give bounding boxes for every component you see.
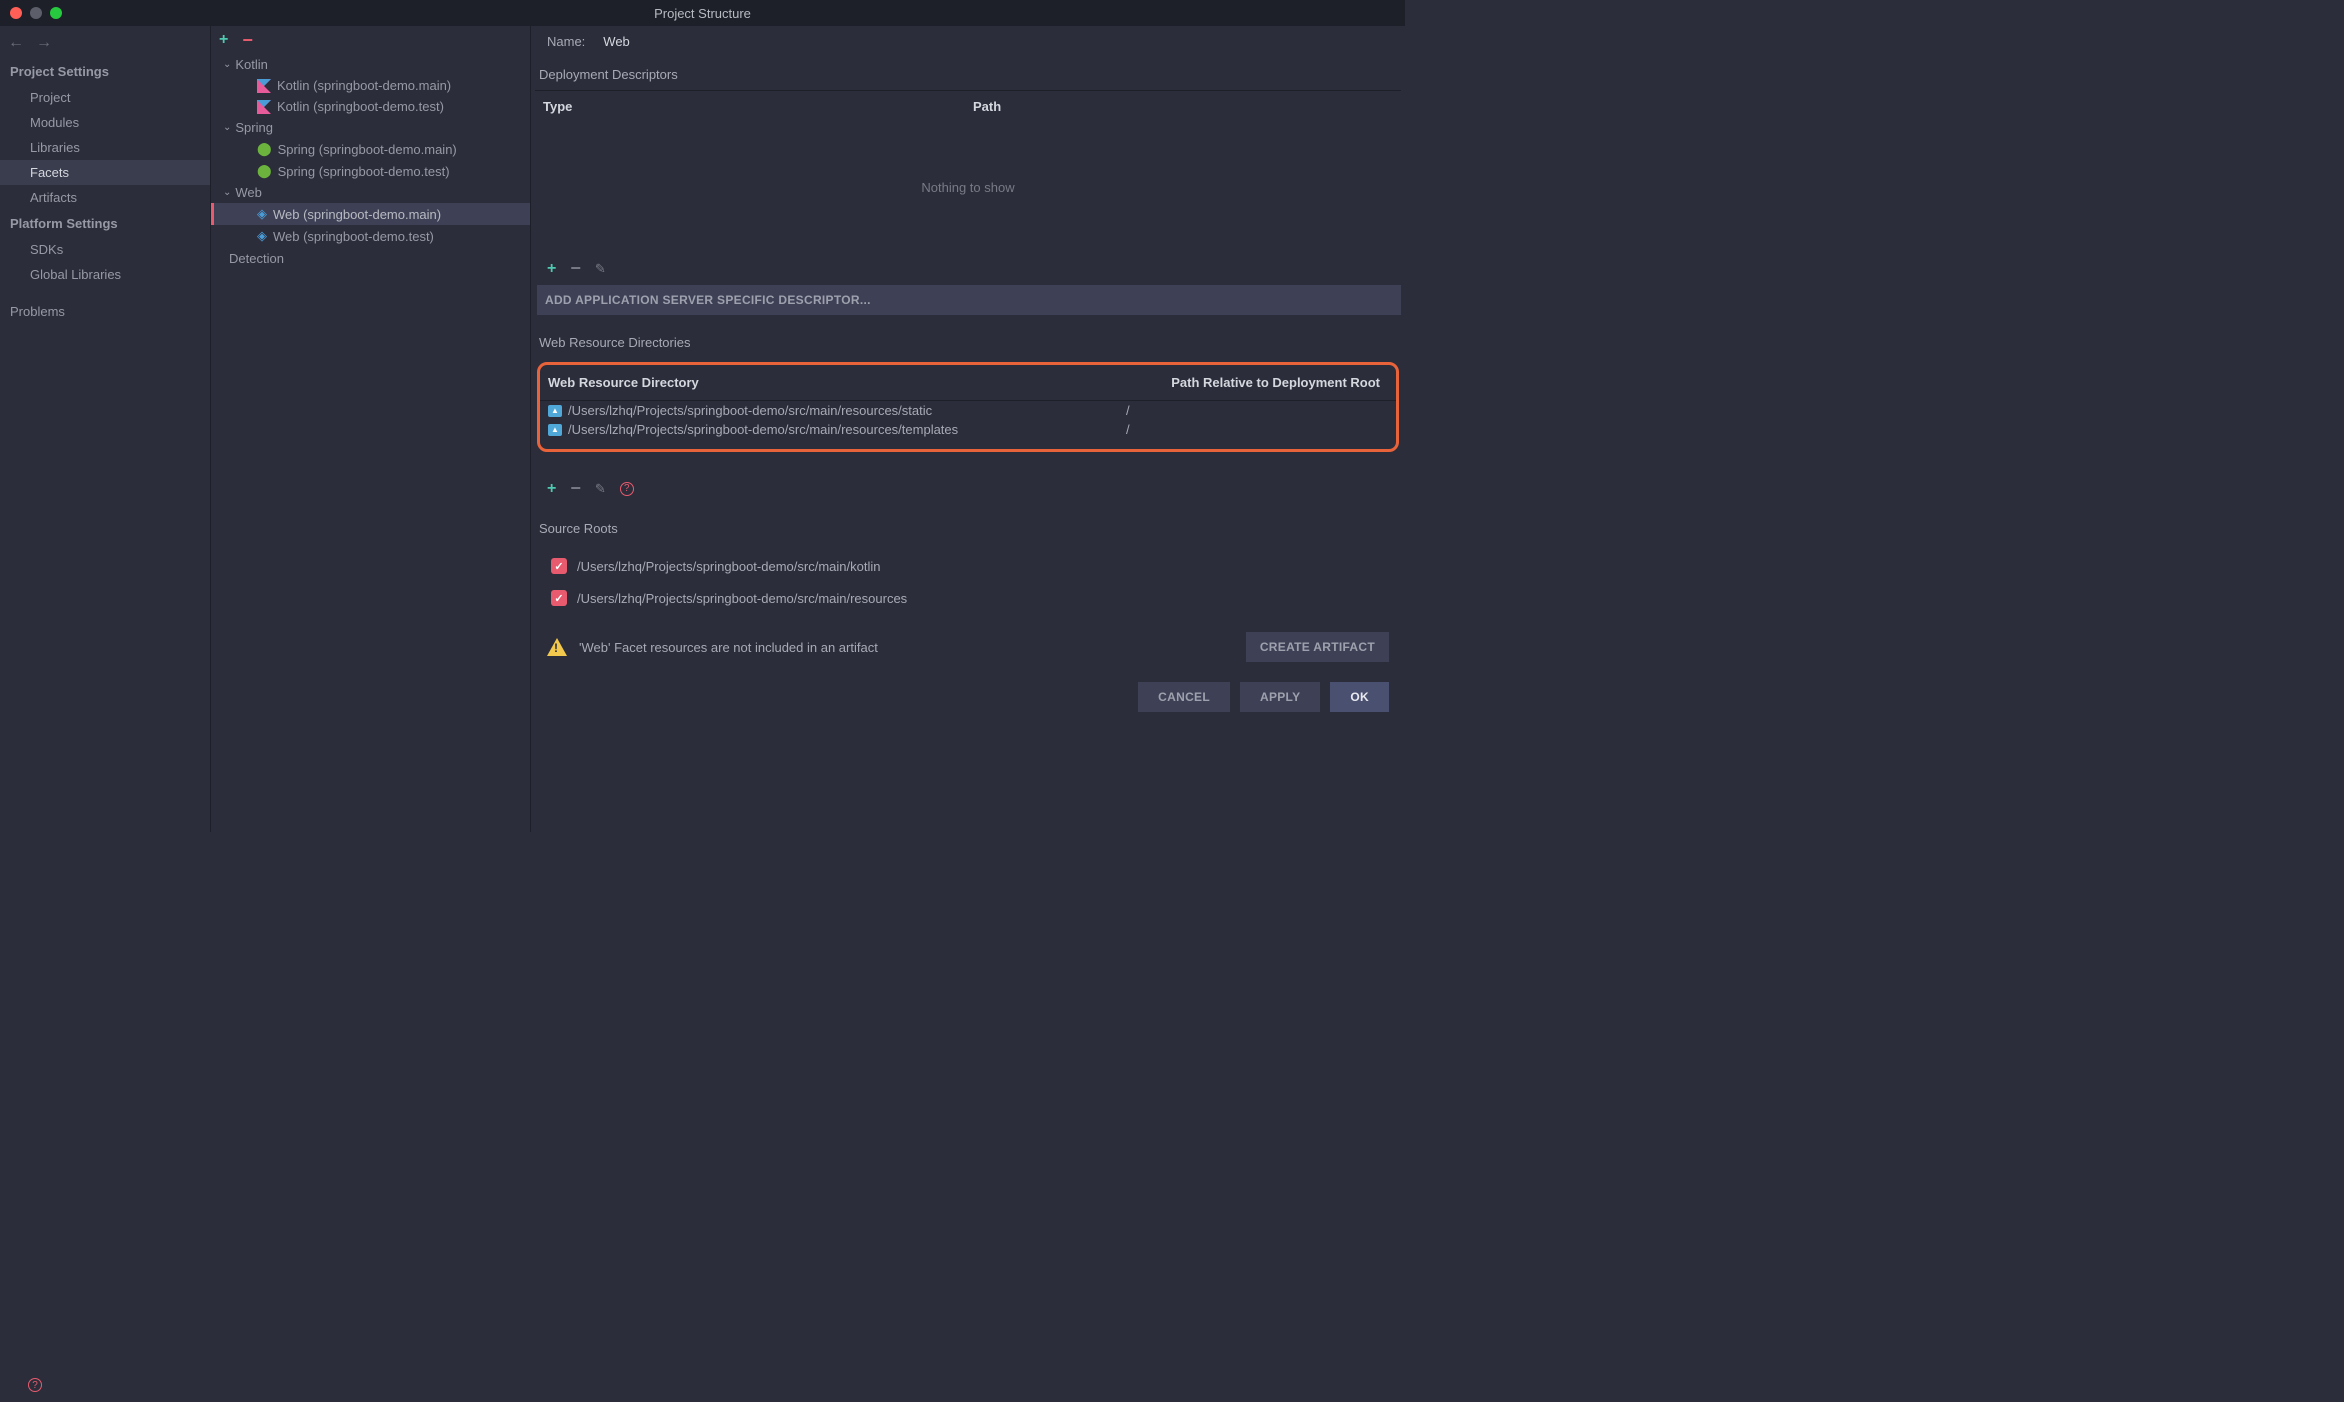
- tree-group-spring[interactable]: ⌄ Spring: [211, 117, 530, 138]
- descriptors-table-body: Nothing to show: [535, 122, 1401, 252]
- ok-button[interactable]: OK: [1330, 682, 1389, 712]
- platform-settings-header: Platform Settings: [0, 210, 210, 237]
- tree-item-spring-main[interactable]: ⬤ Spring (springboot-demo.main): [211, 138, 530, 160]
- sidebar-item-libraries[interactable]: Libraries: [0, 135, 210, 160]
- detection-item[interactable]: Detection: [211, 247, 530, 270]
- remove-facet-icon[interactable]: −: [242, 30, 253, 51]
- wrd-row[interactable]: ▲ /Users/lzhq/Projects/springboot-demo/s…: [540, 420, 1396, 439]
- warning-icon: [547, 638, 567, 656]
- minimize-window-button[interactable]: [30, 7, 42, 19]
- web-resource-directories-title: Web Resource Directories: [535, 329, 1401, 358]
- wrd-row[interactable]: ▲ /Users/lzhq/Projects/springboot-demo/s…: [540, 401, 1396, 420]
- add-server-descriptor-button[interactable]: ADD APPLICATION SERVER SPECIFIC DESCRIPT…: [537, 285, 1401, 315]
- checkbox-checked-icon[interactable]: ✓: [551, 558, 567, 574]
- add-facet-icon[interactable]: +: [219, 31, 228, 49]
- cancel-button[interactable]: CANCEL: [1138, 682, 1230, 712]
- descriptors-table-header: Type Path: [535, 90, 1401, 122]
- add-descriptor-icon[interactable]: +: [547, 260, 556, 278]
- tree-item-web-main[interactable]: ◈ Web (springboot-demo.main): [211, 203, 530, 225]
- remove-wrd-icon[interactable]: −: [570, 478, 581, 499]
- help-icon[interactable]: ?: [28, 1378, 42, 1392]
- name-label: Name:: [547, 34, 585, 49]
- chevron-down-icon: ⌄: [223, 122, 231, 133]
- sidebar-item-modules[interactable]: Modules: [0, 110, 210, 135]
- tree-item-spring-test[interactable]: ⬤ Spring (springboot-demo.test): [211, 160, 530, 182]
- checkbox-checked-icon[interactable]: ✓: [551, 590, 567, 606]
- nav-forward-icon[interactable]: →: [36, 34, 52, 52]
- tree-item-kotlin-test[interactable]: Kotlin (springboot-demo.test): [211, 96, 530, 117]
- web-icon: ◈: [257, 228, 267, 244]
- sidebar-item-global-libraries[interactable]: Global Libraries: [0, 262, 210, 287]
- remove-descriptor-icon[interactable]: −: [570, 258, 581, 279]
- project-settings-header: Project Settings: [0, 58, 210, 85]
- edit-descriptor-icon[interactable]: ✎: [595, 261, 606, 277]
- nav-back-icon[interactable]: ←: [8, 34, 24, 52]
- source-root-row[interactable]: ✓ /Users/lzhq/Projects/springboot-demo/s…: [539, 582, 1397, 614]
- create-artifact-button[interactable]: CREATE ARTIFACT: [1246, 632, 1389, 662]
- wrd-col-directory: Web Resource Directory: [548, 375, 1128, 390]
- tree-group-web[interactable]: ⌄ Web: [211, 182, 530, 203]
- spring-icon: ⬤: [257, 163, 272, 179]
- edit-wrd-icon[interactable]: ✎: [595, 481, 606, 497]
- col-type: Type: [543, 99, 973, 114]
- window-title: Project Structure: [654, 6, 751, 21]
- deployment-descriptors-title: Deployment Descriptors: [535, 61, 1401, 90]
- source-root-row[interactable]: ✓ /Users/lzhq/Projects/springboot-demo/s…: [539, 550, 1397, 582]
- nothing-to-show-label: Nothing to show: [921, 180, 1014, 195]
- kotlin-icon: [257, 79, 271, 93]
- sidebar-item-sdks[interactable]: SDKs: [0, 237, 210, 262]
- tree-item-kotlin-main[interactable]: Kotlin (springboot-demo.main): [211, 75, 530, 96]
- wrd-col-relative: Path Relative to Deployment Root: [1128, 375, 1388, 390]
- sidebar-item-artifacts[interactable]: Artifacts: [0, 185, 210, 210]
- web-icon: ◈: [257, 206, 267, 222]
- wrd-table-header: Web Resource Directory Path Relative to …: [540, 365, 1396, 401]
- chevron-down-icon: ⌄: [223, 187, 231, 198]
- spring-icon: ⬤: [257, 141, 272, 157]
- sidebar-item-facets[interactable]: Facets: [0, 160, 210, 185]
- warning-text: 'Web' Facet resources are not included i…: [579, 640, 1234, 655]
- help-wrd-icon[interactable]: ?: [620, 482, 634, 496]
- add-wrd-icon[interactable]: +: [547, 480, 556, 498]
- kotlin-icon: [257, 100, 271, 114]
- web-resource-directories-box: Web Resource Directory Path Relative to …: [537, 362, 1399, 452]
- close-window-button[interactable]: [10, 7, 22, 19]
- tree-item-web-test[interactable]: ◈ Web (springboot-demo.test): [211, 225, 530, 247]
- sidebar-item-project[interactable]: Project: [0, 85, 210, 110]
- titlebar: Project Structure: [0, 0, 1405, 26]
- facet-name-value[interactable]: Web: [603, 34, 630, 49]
- sidebar-item-problems[interactable]: Problems: [0, 299, 210, 324]
- apply-button[interactable]: APPLY: [1240, 682, 1320, 712]
- folder-icon: ▲: [548, 405, 562, 417]
- source-roots-title: Source Roots: [535, 515, 1401, 544]
- tree-group-kotlin[interactable]: ⌄ Kotlin: [211, 54, 530, 75]
- col-path: Path: [973, 99, 1393, 114]
- folder-icon: ▲: [548, 424, 562, 436]
- maximize-window-button[interactable]: [50, 7, 62, 19]
- chevron-down-icon: ⌄: [223, 59, 231, 70]
